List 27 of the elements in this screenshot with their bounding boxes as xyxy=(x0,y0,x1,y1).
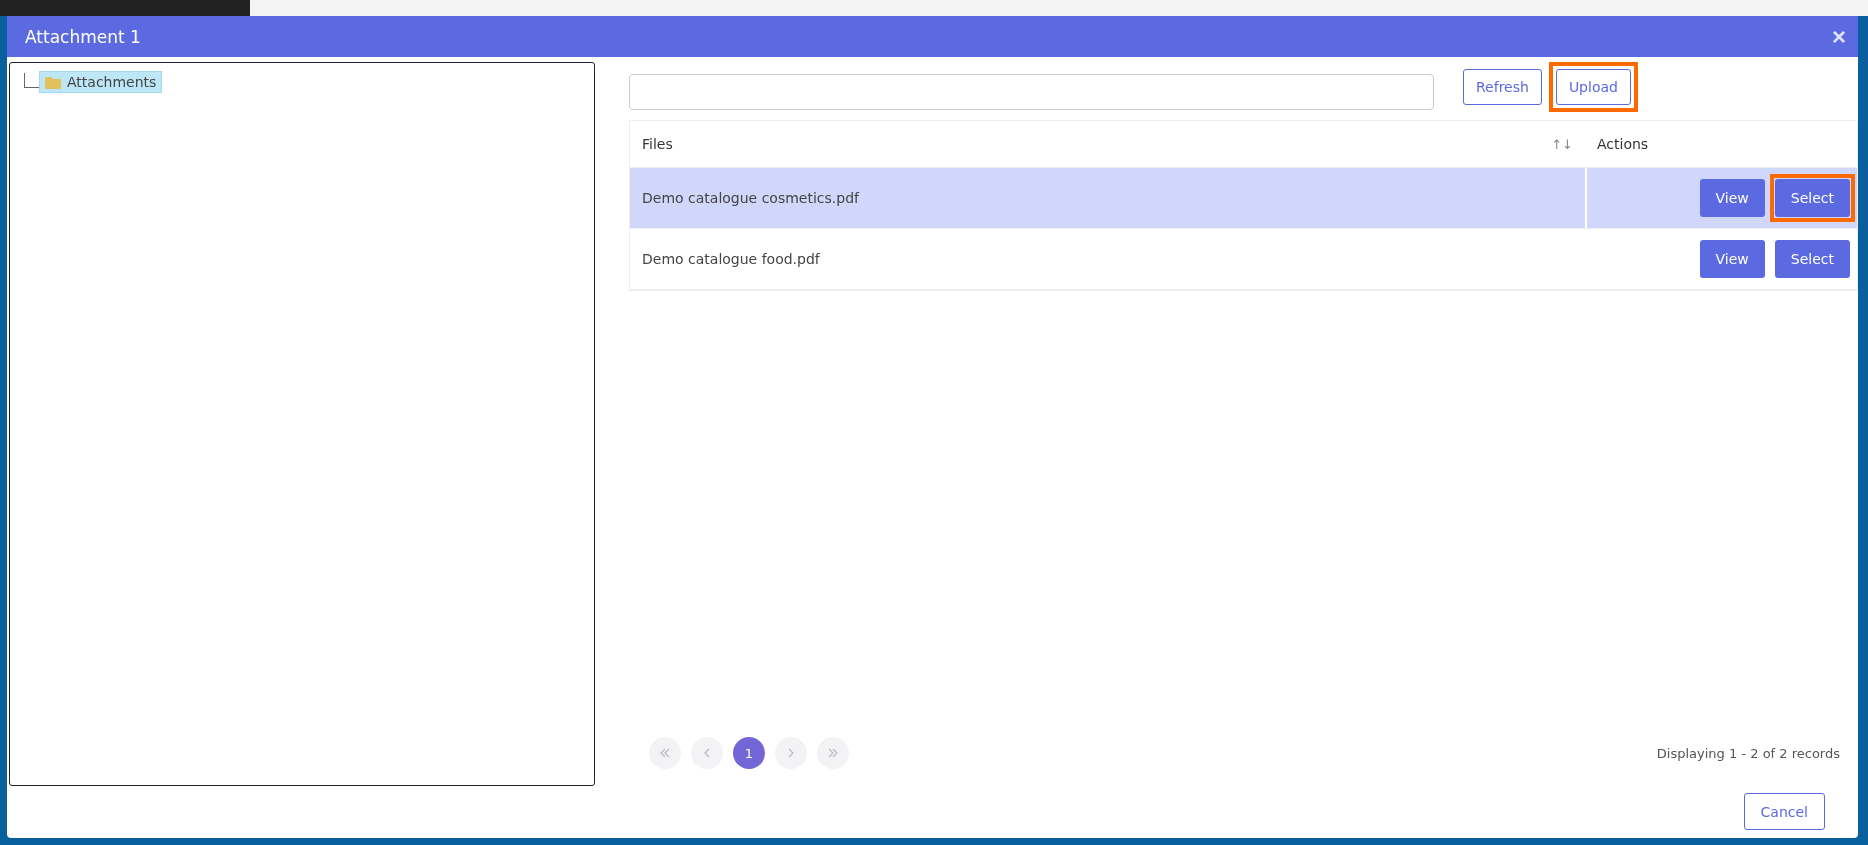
file-name: Demo catalogue food.pdf xyxy=(642,251,820,267)
folder-icon xyxy=(45,75,61,89)
column-header: Actions xyxy=(1597,136,1649,152)
records-status: Displaying 1 - 2 of 2 records xyxy=(1656,745,1840,761)
table-row[interactable]: Demo catalogue cosmetics.pdf View Select xyxy=(630,168,1857,229)
page-button[interactable]: 1 xyxy=(733,737,765,769)
close-button[interactable]: × xyxy=(1832,22,1846,51)
column-header: Files xyxy=(642,136,673,152)
sort-icon[interactable]: ↑↓ xyxy=(1551,136,1573,152)
first-page-button[interactable] xyxy=(649,737,681,769)
double-chevron-right-icon xyxy=(827,747,839,759)
dialog-title: Attachment 1 xyxy=(25,26,141,47)
previous-page-button[interactable] xyxy=(691,737,723,769)
select-button[interactable]: Select xyxy=(1774,179,1850,217)
refresh-button[interactable]: Refresh xyxy=(1463,69,1542,105)
file-name: Demo catalogue cosmetics.pdf xyxy=(642,190,859,206)
cancel-button[interactable]: Cancel xyxy=(1743,793,1825,830)
upload-button[interactable]: Upload xyxy=(1555,69,1631,105)
search-field[interactable] xyxy=(629,73,1434,110)
view-button[interactable]: View xyxy=(1699,240,1765,278)
next-page-button[interactable] xyxy=(775,737,807,769)
select-button[interactable]: Select xyxy=(1774,240,1850,278)
tree-label: Attachments xyxy=(67,74,157,90)
tree-item[interactable]: Attachments xyxy=(39,71,163,93)
last-page-button[interactable] xyxy=(817,737,849,769)
view-button[interactable]: View xyxy=(1699,179,1765,217)
double-chevron-left-icon xyxy=(659,747,671,759)
